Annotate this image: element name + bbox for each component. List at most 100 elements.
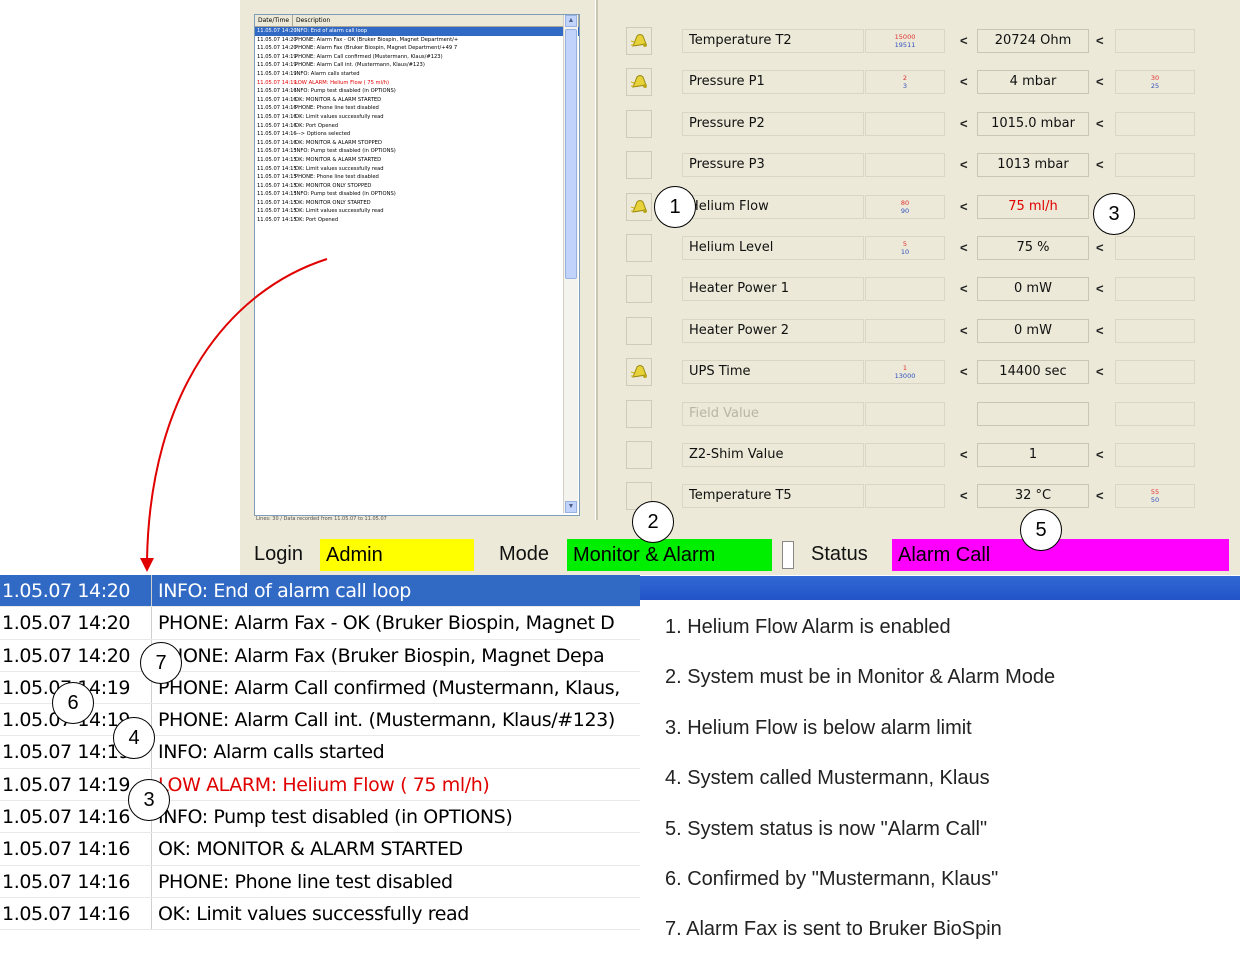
high-limit-alarm: 55 (1150, 488, 1160, 497)
parameter-value: 1015.0 mbar (977, 111, 1089, 136)
high-limit-field[interactable] (1115, 318, 1195, 343)
parameter-value: 14400 sec (977, 360, 1089, 385)
low-limit-alarm: 1 (902, 364, 908, 373)
zoom-log-message: PHONE: Alarm Call int. (Mustermann, Klau… (158, 709, 615, 732)
mode-indicator (782, 541, 794, 569)
high-limit-field[interactable] (1115, 401, 1195, 426)
arrow-path (146, 258, 328, 561)
zoom-log-message: OK: MONITOR & ALARM STARTED (158, 838, 463, 861)
parameter-name: Heater Power 2 (682, 318, 864, 343)
zoom-log-message: PHONE: Alarm Call confirmed (Mustermann,… (158, 676, 620, 699)
zoom-log-row[interactable]: 1.05.07 14:20 PHONE: Alarm Fax (Bruker Bi… (0, 639, 640, 672)
status-label: Status (811, 543, 868, 565)
parameter-name: Pressure P1 (682, 70, 864, 95)
callout-3-log: 3 (128, 779, 170, 821)
zoom-log-row[interactable]: 1.05.07 14:16 OK: MONITOR & ALARM STARTED (0, 833, 640, 866)
zoom-log-message: PHONE: Alarm Fax - OK (Bruker Biospin, M… (158, 612, 615, 635)
less-than-sign: < (960, 447, 968, 462)
zoom-log-row[interactable]: 1.05.07 14:16 PHONE: Phone line test disa… (0, 865, 640, 898)
zoom-log-row[interactable]: 1.05.07 14:19 PHONE: Alarm Call confirmed… (0, 671, 640, 705)
parameter-value: 1 (977, 443, 1089, 467)
parameter-name: Field Value (682, 401, 864, 426)
callout-5: 5 (1020, 509, 1062, 551)
zoom-log-message: PHONE: Alarm Fax (Bruker Biospin, Magnet… (158, 644, 605, 667)
less-than-sign: < (1096, 281, 1104, 297)
callout-1: 1 (654, 186, 696, 228)
less-than-sign: < (960, 74, 968, 90)
less-than-sign: < (1096, 364, 1104, 380)
high-limit-field[interactable] (1115, 29, 1195, 53)
less-than-sign: < (960, 240, 968, 255)
less-than-sign: < (960, 115, 968, 131)
less-than-sign: < (960, 322, 968, 338)
high-limit-field[interactable] (1115, 443, 1195, 467)
low-limit-field[interactable] (865, 277, 945, 302)
parameter-value: 20724 Ohm (977, 29, 1089, 53)
low-limit-field[interactable]: 23 (865, 70, 945, 95)
parameter-value: 0 mW (977, 277, 1089, 302)
zoom-log-row[interactable]: 1.05.07 14:20 PHONE: Alarm Fax - OK (Bruk… (0, 607, 640, 640)
parameter-name: Helium Level (682, 236, 864, 260)
parameter-name: Temperature T5 (682, 484, 864, 509)
less-than-sign: < (1096, 240, 1104, 255)
callout-7: 7 (140, 642, 182, 684)
low-limit-field[interactable] (865, 111, 945, 136)
low-limit-field[interactable] (865, 153, 945, 178)
monitor-row: Pressure P3 <1013 mbar < (620, 149, 1205, 181)
zoom-log-message: INFO: Pump test disabled (in OPTIONS) (158, 806, 513, 829)
low-limit-alarm: 80 (900, 198, 910, 207)
parameter-name: Pressure P3 (682, 153, 864, 178)
high-limit-field[interactable]: 30 25 (1115, 70, 1195, 95)
callout-4: 4 (113, 717, 155, 759)
less-than-sign: < (960, 157, 968, 173)
parameter-name: Heater Power 1 (682, 277, 864, 302)
high-limit-field[interactable] (1115, 153, 1195, 178)
less-than-sign: < (960, 281, 968, 297)
low-limit-warning: 13000 (894, 372, 916, 381)
zoom-log-date: 1.05.07 14:20 (0, 639, 152, 671)
high-limit-field[interactable] (1115, 111, 1195, 136)
monitor-row: Heater Power 2 <0 mW < (620, 315, 1205, 347)
low-limit-warning: 90 (900, 206, 910, 215)
parameter-value (977, 401, 1089, 426)
high-limit-field[interactable] (1115, 277, 1195, 302)
parameter-name: UPS Time (682, 360, 864, 385)
low-limit-warning: 10 (900, 248, 910, 256)
zoom-log-date: 1.05.07 14:20 (0, 607, 152, 639)
zoom-log-row[interactable]: 1.05.07 14:19 INFO: Alarm calls started (0, 736, 640, 769)
less-than-sign: < (960, 364, 968, 380)
callout-3-monitor: 3 (1093, 193, 1135, 235)
zoom-log-row[interactable]: 1.05.07 14:16 INFO: Pump test disabled (i… (0, 801, 640, 834)
low-limit-alarm: 2 (902, 74, 908, 83)
less-than-sign: < (1096, 74, 1104, 90)
less-than-sign: < (960, 198, 968, 214)
low-limit-field[interactable] (865, 443, 945, 467)
note-1: 1. Helium Flow Alarm is enabled (665, 616, 951, 638)
zoom-log-message: LOW ALARM: Helium Flow ( 75 ml/h) (158, 773, 490, 796)
zoom-log-row[interactable]: 1.05.07 14:16 OK: Limit values successful… (0, 897, 640, 931)
note-7: 7. Alarm Fax is sent to Bruker BioSpin (665, 918, 1002, 940)
zoom-log-row[interactable]: 1.05.07 14:19 LOW ALARM: Helium Flow ( 75… (0, 768, 640, 802)
monitor-row: Temperature T5 <32 °C <55 50 (620, 480, 1205, 512)
zoom-log-message: INFO: Alarm calls started (158, 741, 385, 764)
less-than-sign: < (1096, 322, 1104, 338)
high-limit-field[interactable]: 55 50 (1115, 484, 1195, 509)
low-limit-field[interactable] (865, 318, 945, 343)
zoom-log-date: 1.05.07 14:16 (0, 833, 152, 865)
high-limit-field[interactable] (1115, 360, 1195, 385)
low-limit-warning: 3 (902, 82, 908, 91)
note-2: 2. System must be in Monitor & Alarm Mod… (665, 666, 1056, 688)
monitor-row: Helium Level 5 10 <75 % < (620, 232, 1205, 264)
low-limit-field[interactable]: 5 10 (865, 236, 945, 260)
low-limit-warning: 19511 (894, 41, 916, 49)
low-limit-field[interactable]: 15000 19511 (865, 29, 945, 53)
low-limit-field[interactable] (865, 401, 945, 426)
parameter-name: Helium Flow (682, 194, 864, 219)
windows-taskbar[interactable] (635, 576, 1240, 600)
zoom-log-row[interactable]: 1.05.07 14:19 PHONE: Alarm Call int. (Mus… (0, 704, 640, 737)
low-limit-field[interactable] (865, 484, 945, 509)
note-4: 4. System called Mustermann, Klaus (665, 767, 990, 789)
high-limit-field[interactable] (1115, 236, 1195, 260)
low-limit-field[interactable]: 1 13000 (865, 360, 945, 385)
low-limit-field[interactable]: 80 90 (865, 194, 945, 219)
